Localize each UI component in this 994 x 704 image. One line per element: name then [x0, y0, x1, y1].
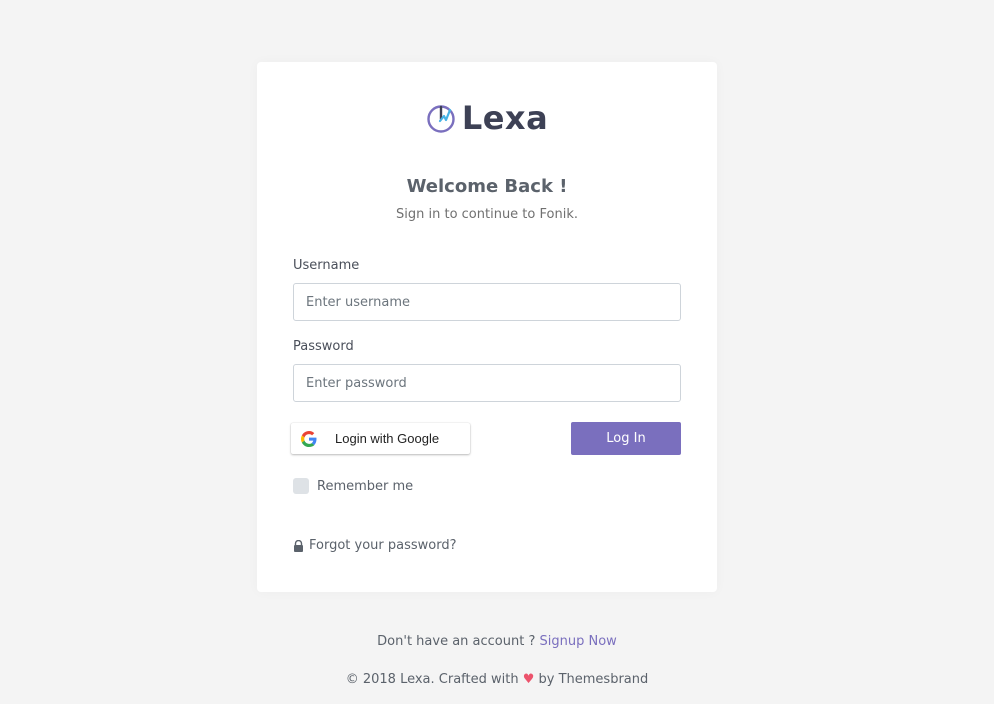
remember-me[interactable]: Remember me	[293, 478, 413, 494]
signup-link[interactable]: Signup Now	[540, 634, 617, 649]
remember-checkbox[interactable]	[293, 478, 309, 494]
google-icon	[301, 430, 317, 447]
heart-icon: ♥	[522, 672, 535, 687]
password-input[interactable]	[293, 364, 681, 402]
lexa-logo-icon	[427, 105, 455, 133]
lock-icon	[294, 539, 303, 552]
login-button[interactable]: Log In	[571, 422, 681, 455]
signup-prompt-text: Don't have an account ?	[377, 634, 540, 649]
copyright-prefix: © 2018 Lexa. Crafted with	[345, 672, 523, 687]
forgot-password-link[interactable]: Forgot your password?	[293, 538, 457, 553]
logo-text: Lexa	[461, 99, 549, 137]
forgot-password-label: Forgot your password?	[309, 538, 457, 553]
remember-label: Remember me	[317, 478, 414, 494]
page-subtitle: Sign in to continue to Fonik.	[396, 207, 578, 222]
copyright-suffix: by Themesbrand	[534, 672, 649, 687]
login-card: Lexa Welcome Back ! Sign in to continue …	[257, 62, 717, 592]
copyright: © 2018 Lexa. Crafted with ♥ by Themesbra…	[0, 672, 994, 687]
signup-prompt: Don't have an account ? Signup Now	[0, 634, 994, 649]
username-label: Username	[293, 258, 360, 273]
username-input[interactable]	[293, 283, 681, 321]
google-button-label: Login with Google	[335, 431, 440, 446]
logo: Lexa	[257, 98, 717, 138]
google-login-button[interactable]: Login with Google	[291, 423, 470, 454]
password-label: Password	[293, 339, 354, 354]
page-title: Welcome Back !	[406, 176, 568, 197]
